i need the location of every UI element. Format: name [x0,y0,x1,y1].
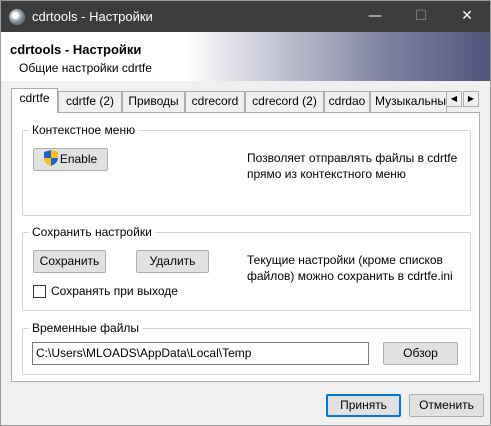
uac-shield-icon [43,150,58,166]
temp-files-group: Временные файлы C:\Users\MLOADS\AppData\… [22,321,471,375]
minimize-button[interactable]: — [352,1,398,32]
title-bar[interactable]: cdrtools - Настройки — ☐ ✕ [1,1,490,32]
tab-cdrecord[interactable]: cdrecord [185,91,245,112]
tab-cdrdao[interactable]: cdrdao [324,91,370,112]
save-button[interactable]: Сохранить [33,250,106,273]
cdrtools-app-icon [9,9,25,25]
enable-button[interactable]: Enable [33,148,108,171]
context-menu-group: Контекстное меню Enable Позволяет отправ… [22,123,471,216]
delete-button[interactable]: Удалить [136,250,209,273]
save-on-exit-label[interactable]: Сохранять при выходе [51,283,178,299]
tab-strip: cdrtfe cdrtfe (2) Приводы cdrecord cdrec… [11,88,447,113]
tab-cdrtfe-2[interactable]: cdrtfe (2) [58,91,122,112]
save-settings-description-line1: Текущие настройки (кроме списков [247,253,443,267]
header-title: cdrtools - Настройки [10,42,142,57]
close-button[interactable]: ✕ [444,1,490,32]
save-settings-description: Текущие настройки (кроме списков файлов)… [247,252,453,284]
header-subtitle: Общие настройки cdrtfe [19,61,152,75]
tab-scroll-left-button[interactable]: ◀ [446,91,462,107]
context-menu-description-line2: прямо из контекстного меню [247,167,406,181]
tab-scroll-right-button[interactable]: ▶ [463,91,479,107]
maximize-button[interactable]: ☐ [398,1,444,32]
save-settings-group-title: Сохранить настройки [29,225,155,239]
tab-cdrtfe[interactable]: cdrtfe [11,88,58,113]
save-settings-group: Сохранить настройки Сохранить Удалить Те… [22,225,471,311]
tab-panel-cdrtfe: Контекстное меню Enable Позволяет отправ… [11,112,480,382]
accept-button[interactable]: Принять [326,394,401,417]
tab-drives[interactable]: Приводы [122,91,185,112]
save-settings-description-line2: файлов) можно сохранить в cdrtfe.ini [247,269,453,283]
tab-cdrecord-2[interactable]: cdrecord (2) [245,91,324,112]
context-menu-description-line1: Позволяет отправлять файлы в cdrtfe [247,151,458,165]
temp-files-group-title: Временные файлы [29,321,143,335]
enable-button-label: Enable [59,152,98,166]
tab-music[interactable]: Музыкальны [370,91,447,112]
settings-window: cdrtools - Настройки — ☐ ✕ cdrtools - На… [0,0,491,426]
save-on-exit-checkbox[interactable] [33,285,46,298]
dialog-header: cdrtools - Настройки Общие настройки cdr… [1,32,490,81]
context-menu-description: Позволяет отправлять файлы в cdrtfe прям… [247,150,457,182]
context-menu-group-title: Контекстное меню [29,123,139,137]
browse-button[interactable]: Обзор [383,342,458,365]
cancel-button[interactable]: Отменить [409,394,484,417]
temp-path-input[interactable]: C:\Users\MLOADS\AppData\Local\Temp [32,342,369,365]
window-title: cdrtools - Настройки [32,9,153,24]
